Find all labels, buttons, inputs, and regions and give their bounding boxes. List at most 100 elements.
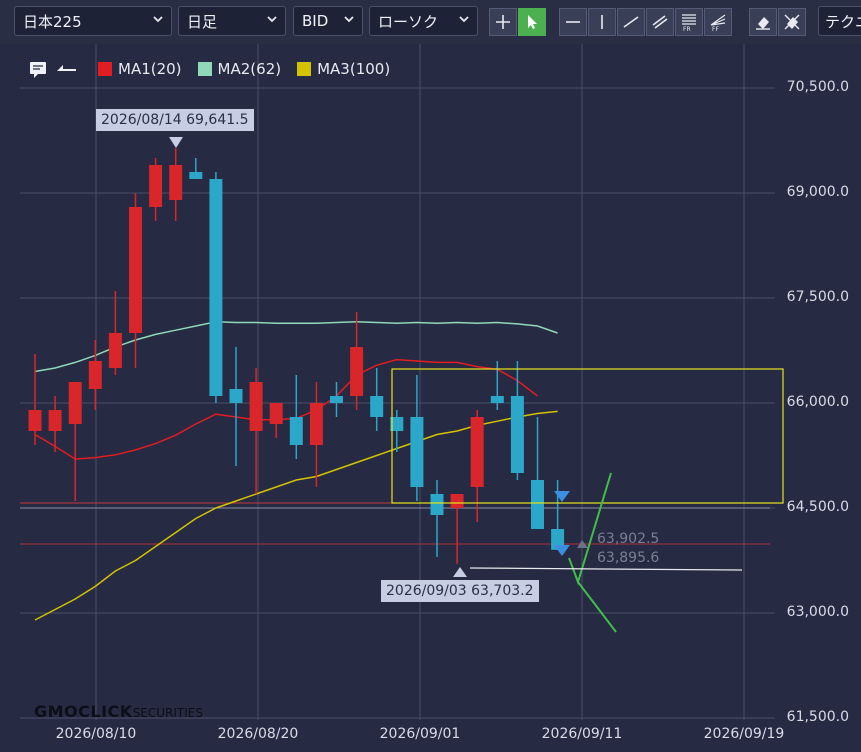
candle-body — [48, 410, 62, 431]
comment-icon[interactable] — [28, 59, 48, 79]
y-tick-label: 61,500.0 — [786, 709, 849, 725]
candle-body — [129, 207, 142, 333]
fibonacci-fan-icon: FF — [710, 14, 726, 32]
candle-body — [490, 396, 504, 403]
price-type-label: BID — [302, 12, 329, 30]
candle-body — [249, 382, 263, 431]
vertical-line-button[interactable] — [588, 8, 616, 36]
x-tick-label: 2026/08/20 — [217, 726, 299, 742]
channel-line-button[interactable] — [646, 8, 674, 36]
candle-body — [209, 179, 223, 396]
chevron-down-icon — [153, 16, 163, 23]
chart-type-dropdown[interactable]: ローソク — [369, 6, 478, 36]
legend-item-ma2: MA2(62) — [197, 60, 282, 78]
chevron-down-icon — [344, 16, 354, 23]
y-tick-label: 64,500.0 — [786, 499, 849, 515]
fibonacci-retracement-button[interactable]: FR — [675, 8, 703, 36]
low-price-tooltip: 2026/09/03 63,703.2 — [381, 580, 539, 602]
technical-dropdown[interactable]: テクニ — [818, 6, 861, 36]
technical-label: テクニ — [825, 13, 861, 31]
legend: MA1(20) MA2(62) MA3(100) — [28, 59, 400, 79]
collapse-legend-icon[interactable] — [54, 59, 78, 79]
logo-suffix: SECURITIES — [132, 706, 203, 720]
legend-label: MA3(100) — [317, 60, 391, 78]
crosshair-icon — [496, 15, 510, 29]
candle-body — [169, 165, 183, 200]
y-tick-label: 70,500.0 — [786, 79, 849, 95]
y-tick-label: 67,500.0 — [786, 289, 849, 305]
gmo-click-logo: GMOCLICKSECURITIES — [34, 702, 203, 721]
y-tick-label: 63,000.0 — [786, 604, 849, 620]
svg-text:FF: FF — [712, 26, 719, 32]
vertical-line-icon — [601, 15, 603, 29]
x-tick-label: 2026/09/19 — [703, 726, 785, 742]
candle-body — [108, 333, 122, 368]
legend-label: MA1(20) — [118, 60, 182, 78]
y-tick-label: 66,000.0 — [786, 394, 849, 410]
rectangle-drawing — [391, 368, 784, 504]
chart-type-label: ローソク — [378, 12, 439, 31]
trend-line-icon — [623, 16, 639, 28]
x-tick-label: 2026/09/01 — [379, 726, 461, 742]
candle-body — [470, 417, 484, 487]
candle-body — [229, 389, 243, 403]
timeframe-dropdown[interactable]: 日足 — [178, 6, 286, 36]
price-marker-label: 63,902.5 — [597, 531, 660, 547]
timeframe-label: 日足 — [187, 12, 218, 31]
fibonacci-retracement-icon: FR — [682, 14, 696, 32]
legend-label: MA2(62) — [217, 60, 282, 78]
candle-body — [189, 172, 203, 179]
clear-all-icon — [784, 14, 800, 30]
candle-body — [149, 165, 163, 207]
candle-body — [330, 396, 343, 403]
pointer-button[interactable] — [518, 8, 546, 36]
symbol-dropdown[interactable]: 日本225 — [14, 6, 172, 36]
ma-line-1 — [34, 358, 538, 460]
toolbar: 日本225 日足 BID ローソク FR FF テク — [0, 0, 861, 44]
candle-body — [430, 494, 444, 515]
drawn-horizontal-line — [469, 567, 743, 571]
candle-body — [68, 382, 82, 424]
svg-text:FR: FR — [683, 26, 691, 32]
parallel-lines-icon — [652, 15, 668, 29]
legend-swatch — [297, 62, 312, 76]
chevron-down-icon — [267, 16, 277, 23]
fibonacci-fan-button[interactable]: FF — [704, 8, 732, 36]
eraser-button[interactable] — [749, 8, 777, 36]
legend-item-ma1: MA1(20) — [98, 60, 182, 78]
trend-line-button[interactable] — [617, 8, 645, 36]
candle-body — [289, 417, 303, 445]
candle-body — [269, 403, 283, 424]
chevron-down-icon — [459, 16, 469, 23]
x-tick-label: 2026/08/10 — [55, 726, 137, 742]
horizontal-line-button[interactable] — [559, 8, 587, 36]
clear-all-button[interactable] — [778, 8, 806, 36]
sell-marker-icon — [554, 491, 570, 502]
pointer-arrow-icon — [528, 15, 537, 29]
x-tick-label: 2026/09/11 — [541, 726, 623, 742]
legend-swatch — [98, 62, 112, 76]
candle-body — [510, 396, 524, 473]
candles — [28, 148, 565, 564]
horizontal-line-icon — [566, 21, 580, 23]
symbol-label: 日本225 — [23, 12, 82, 31]
candle-body — [309, 403, 323, 445]
grid — [20, 44, 775, 720]
legend-item-ma3: MA3(100) — [297, 60, 390, 78]
eraser-icon — [756, 17, 770, 30]
price-chart[interactable] — [0, 44, 861, 752]
price-type-dropdown[interactable]: BID — [293, 6, 363, 36]
candle-body — [88, 361, 102, 389]
sell-marker-icon — [554, 545, 570, 556]
candle-body — [350, 347, 364, 396]
price-marker-label: 63,895.6 — [597, 550, 660, 566]
legend-swatch — [197, 62, 212, 76]
y-tick-label: 69,000.0 — [786, 184, 849, 200]
candle-body — [28, 410, 42, 431]
tooltip-pointer — [453, 567, 467, 577]
high-price-tooltip: 2026/08/14 69,641.5 — [96, 109, 254, 131]
tooltip-pointer — [169, 137, 183, 148]
logo-brand: GMOCLICK — [34, 702, 133, 721]
candle-body — [531, 480, 544, 529]
crosshair-button[interactable] — [489, 8, 517, 36]
